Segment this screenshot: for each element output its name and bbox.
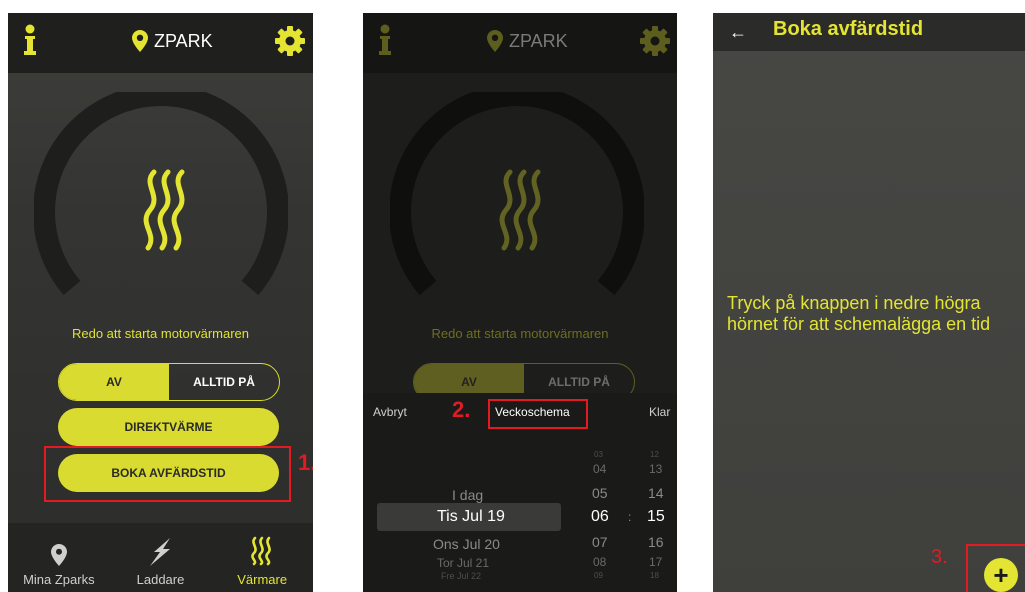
location-pin-icon	[132, 30, 148, 52]
nav-label-laddare: Laddare	[136, 572, 185, 587]
lightning-icon	[149, 538, 170, 566]
nav-laddare[interactable]: Laddare	[110, 523, 212, 592]
status-text: Redo att starta motorvärmaren	[431, 326, 609, 341]
minute-option[interactable]: 13	[649, 462, 662, 476]
step-label-2: 2.	[452, 397, 471, 422]
day-option[interactable]: I dag	[452, 487, 483, 503]
step-label-3: 3.	[931, 546, 948, 568]
minute-option[interactable]: 17	[649, 555, 662, 569]
heater-screen: ZPARK Redo att starta motorvärmaren AV A…	[8, 13, 313, 592]
page-title: Boka avfärdstid	[773, 18, 924, 40]
annotation-box-1	[44, 446, 291, 502]
picker-header: Avbryt 2. Veckoschema Klar	[363, 393, 677, 431]
location-name: ZPARK	[154, 30, 213, 51]
heater-icon	[143, 169, 185, 251]
toggle-always-on-option[interactable]: ALLTID PÅ	[169, 364, 279, 400]
hour-option-selected[interactable]: 06	[591, 508, 609, 526]
hour-option[interactable]: 07	[592, 534, 608, 550]
hour-option[interactable]: 04	[593, 462, 606, 476]
mode-toggle: AV ALLTID PÅ	[58, 363, 280, 401]
nav-mina-zparks[interactable]: Mina Zparks	[8, 523, 110, 592]
nav-label-mina-zparks: Mina Zparks	[23, 572, 95, 587]
add-schedule-button[interactable]: +	[984, 558, 1018, 592]
hour-option[interactable]: 03	[594, 450, 603, 459]
day-option-selected[interactable]: Tis Jul 19	[437, 508, 505, 526]
toggle-off-option[interactable]: AV	[59, 364, 169, 400]
top-bar: ZPARK	[363, 13, 677, 73]
location-selector[interactable]: ZPARK	[132, 30, 213, 52]
day-option[interactable]: Fre Jul 22	[441, 571, 481, 581]
gear-icon[interactable]	[274, 25, 306, 57]
gear-icon[interactable]	[639, 25, 671, 57]
day-option[interactable]: Tor Jul 21	[437, 556, 489, 570]
nav-label-varmare: Värmare	[237, 572, 288, 587]
minute-option[interactable]: 18	[650, 571, 659, 580]
status-text: Redo att starta motorvärmaren	[71, 326, 250, 341]
minute-option[interactable]: 16	[648, 534, 664, 550]
top-bar: ZPARK	[8, 13, 313, 73]
book-departure-screen: ← Boka avfärdstid Tryck på knappen i ned…	[713, 13, 1025, 592]
empty-state-message: Tryck på knappen i nedre högra hörnet fö…	[727, 293, 991, 334]
day-option[interactable]: Ons Jul 20	[433, 536, 500, 552]
info-icon[interactable]	[377, 24, 393, 56]
nav-varmare[interactable]: Värmare	[211, 523, 313, 592]
step-label-1: 1.	[298, 450, 313, 475]
app-bar: ← Boka avfärdstid	[713, 13, 1025, 51]
hour-option[interactable]: 08	[593, 555, 606, 569]
date-time-picker: Avbryt 2. Veckoschema Klar I dag Tis Jul…	[363, 393, 677, 592]
info-icon[interactable]	[22, 24, 38, 56]
heater-icon	[251, 536, 272, 566]
done-button[interactable]: Klar	[649, 405, 670, 419]
minute-option-selected[interactable]: 15	[647, 508, 665, 526]
location-pin-icon	[487, 30, 503, 52]
location-selector[interactable]: ZPARK	[487, 30, 568, 52]
schedule-picker-screen: ZPARK Redo att starta motorvärmaren AV A…	[363, 13, 677, 592]
bottom-nav: Mina Zparks Laddare Värmare	[8, 523, 313, 592]
minute-option[interactable]: 14	[648, 485, 664, 501]
back-arrow-icon[interactable]: ←	[729, 22, 747, 43]
direct-heat-button[interactable]: DIREKTVÄRME	[58, 408, 279, 446]
minute-option[interactable]: 12	[650, 450, 659, 459]
annotation-box-2	[488, 399, 588, 429]
hour-option[interactable]: 05	[592, 485, 608, 501]
hour-option[interactable]: 09	[594, 571, 603, 580]
time-separator: :	[628, 510, 632, 524]
cancel-button[interactable]: Avbryt	[373, 405, 407, 419]
heater-icon	[499, 169, 541, 251]
location-name: ZPARK	[509, 30, 568, 51]
location-pin-icon	[50, 544, 67, 566]
